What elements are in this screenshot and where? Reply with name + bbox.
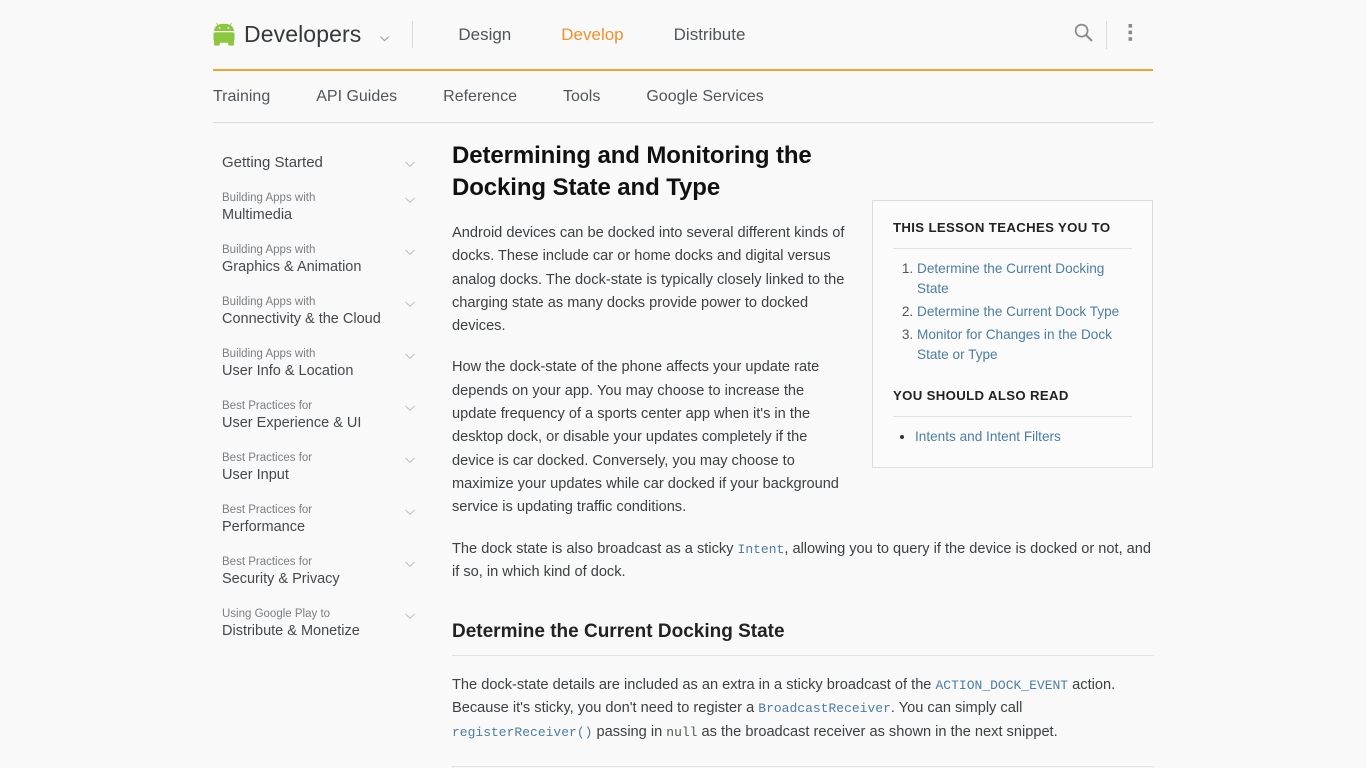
sidebar-item-prefix: Using Google Play to [222,608,331,620]
sidebar-item-title: Multimedia [222,207,293,223]
sidebar-item-prefix: Building Apps with [222,348,316,360]
sidebar-item-title: Connectivity & the Cloud [222,311,381,327]
lesson-link-dock-type[interactable]: Determine the Current Dock Type [917,304,1119,319]
sidebar-item-title: User Info & Location [222,363,354,379]
list-item: Determine the Current Docking State [917,259,1132,299]
nav-item-distribute[interactable]: Distribute [649,26,771,43]
code-link-intent[interactable]: Intent [738,542,785,557]
android-robot-icon [210,22,238,48]
sidebar-item-title: User Input [222,467,289,483]
text-fragment: . You can simply call [890,700,1023,717]
sidebar-item-prefix: Best Practices for [222,504,313,516]
header-actions [1060,0,1153,69]
lesson-summary-box: THIS LESSON TEACHES YOU TO Determine the… [872,200,1153,468]
lesson-box-heading: THIS LESSON TEACHES YOU TO [893,220,1111,235]
chevron-down-icon[interactable] [404,349,416,361]
subnav-item-reference[interactable]: Reference [420,88,540,105]
sidebar-item-prefix: Building Apps with [222,296,316,308]
list-item: Intents and Intent Filters [915,427,1132,447]
chevron-down-icon[interactable] [404,453,416,465]
chevron-down-icon[interactable] [404,609,416,621]
sidebar-item-prefix: Building Apps with [222,244,316,256]
more-vertical-icon [1128,23,1133,47]
sidebar-item-connectivity-cloud[interactable]: Building Apps with Connectivity & the Cl… [222,285,422,337]
sidebar-item-performance[interactable]: Best Practices for Performance [222,493,422,545]
page-title: Determining and Monitoring the Docking S… [452,142,812,201]
primary-nav: Design Develop Distribute [433,26,770,43]
paragraph-intro-1: Android devices can be docked into sever… [452,225,845,335]
also-read-list: Intents and Intent Filters [893,427,1132,447]
section-heading-docking-state: Determine the Current Docking State [452,620,1154,657]
chevron-down-icon[interactable] [404,557,416,569]
subnav-item-google-services[interactable]: Google Services [623,88,786,105]
sidebar-item-title: Distribute & Monetize [222,623,360,639]
nav-item-develop[interactable]: Develop [536,26,648,43]
code-null: null [666,724,698,740]
sidebar-item-title: Getting Started [222,154,323,171]
sidebar-item-distribute-monetize[interactable]: Using Google Play to Distribute & Moneti… [222,597,422,649]
paragraph-intro-3: The dock state is also broadcast as a st… [452,538,1154,585]
chevron-down-icon[interactable] [404,401,416,413]
sidebar-item-prefix: Best Practices for [222,556,313,568]
paragraph-intro-2: How the dock-state of the phone affects … [452,359,839,516]
sidebar-item-prefix: Building Apps with [222,192,316,204]
subnav-item-api-guides[interactable]: API Guides [293,88,420,105]
site-header: Developers Design Develop Distribute [210,0,1153,71]
sidebar-item-user-info-location[interactable]: Building Apps with User Info & Location [222,337,422,389]
subnav-item-tools[interactable]: Tools [540,88,623,105]
sidebar-item-user-experience-ui[interactable]: Best Practices for User Experience & UI [222,389,422,441]
docs-sidebar: Getting Started Building Apps with Multi… [222,145,422,649]
sidebar-item-security-privacy[interactable]: Best Practices for Security & Privacy [222,545,422,597]
sidebar-item-prefix: Best Practices for [222,400,313,412]
nav-item-design[interactable]: Design [433,26,536,43]
sidebar-item-graphics-animation[interactable]: Building Apps with Graphics & Animation [222,233,422,285]
paragraph-docking-state: The dock-state details are included as a… [452,674,1154,744]
text-fragment: passing in [592,723,667,740]
brand-logo-group[interactable]: Developers [210,21,390,48]
code-link-action-dock-event[interactable]: ACTION_DOCK_EVENT [935,678,1068,693]
subnav-item-training[interactable]: Training [213,88,293,105]
list-item: Monitor for Changes in the Dock State or… [917,325,1132,365]
code-link-registerreceiver[interactable]: registerReceiver() [452,725,592,740]
also-read-link-intents[interactable]: Intents and Intent Filters [915,429,1061,444]
sidebar-item-prefix: Best Practices for [222,452,313,464]
overflow-menu-button[interactable] [1107,12,1153,58]
lesson-link-monitor-changes[interactable]: Monitor for Changes in the Dock State or… [917,327,1112,362]
chevron-down-icon[interactable] [404,157,416,169]
text-fragment: as the broadcast receiver as shown in th… [697,723,1058,740]
sidebar-item-user-input[interactable]: Best Practices for User Input [222,441,422,493]
lesson-list: Determine the Current Docking State Dete… [893,259,1132,365]
code-link-broadcastreceiver[interactable]: BroadcastReceiver [758,701,891,716]
sidebar-item-getting-started[interactable]: Getting Started [222,145,422,181]
sidebar-item-title: Performance [222,519,306,535]
header-divider [412,21,414,48]
sidebar-item-multimedia[interactable]: Building Apps with Multimedia [222,181,422,233]
chevron-down-icon[interactable] [404,505,416,517]
search-button[interactable] [1060,12,1106,58]
page-root: Developers Design Develop Distribute Tra… [0,0,1366,768]
sidebar-item-title: Security & Privacy [222,571,340,587]
also-read-heading: YOU SHOULD ALSO READ [893,388,1069,403]
text-fragment: The dock state is also broadcast as a st… [452,540,738,557]
divider [893,416,1132,417]
search-icon [1073,22,1094,48]
chevron-down-icon[interactable] [404,193,416,205]
divider [893,248,1132,249]
list-item: Determine the Current Dock Type [917,302,1132,322]
text-fragment: The dock-state details are included as a… [452,677,936,694]
secondary-nav: Training API Guides Reference Tools Goog… [213,71,1153,123]
chevron-down-icon[interactable] [379,31,390,42]
chevron-down-icon[interactable] [404,297,416,309]
chevron-down-icon[interactable] [404,245,416,257]
sidebar-item-title: User Experience & UI [222,415,362,431]
sidebar-item-title: Graphics & Animation [222,259,362,275]
brand-name: Developers [244,21,362,47]
lesson-link-docking-state[interactable]: Determine the Current Docking State [917,261,1104,296]
